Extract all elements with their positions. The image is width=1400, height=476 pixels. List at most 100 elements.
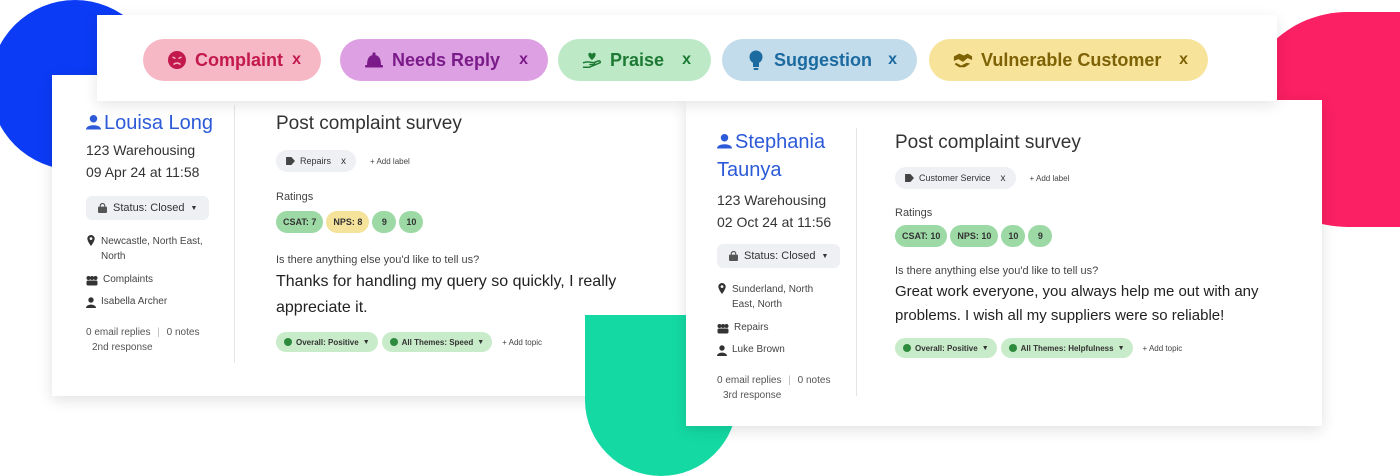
person-icon: [86, 114, 101, 130]
tag-label: Complaint: [195, 49, 283, 70]
topic-text: Overall: Positive: [296, 337, 359, 347]
topic-chip-themes[interactable]: All Themes: Speed ▼: [381, 332, 493, 352]
customer-name-link[interactable]: Louisa Long: [86, 109, 236, 137]
sentiment-dot-icon: [1008, 344, 1017, 352]
label-chip-repairs[interactable]: Repairs x: [276, 150, 357, 172]
chevron-down-icon: ▼: [477, 338, 485, 346]
reply-stats: 0 email replies | 0 notes: [717, 375, 867, 386]
agent-name: Isabella Archer: [101, 296, 168, 307]
topic-row: Overall: Positive ▼ All Themes: Helpfulne…: [895, 338, 1182, 358]
customer-meta: Louisa Long 123 Warehousing 09 Apr 24 at…: [86, 109, 236, 353]
column-divider: [856, 128, 857, 396]
category-text: Repairs: [734, 322, 769, 333]
rating-pill-csat: CSAT: 10: [895, 225, 948, 247]
status-label: Status: Closed: [113, 202, 185, 214]
survey-title: Post complaint survey: [895, 132, 1081, 153]
chevron-down-icon: ▼: [981, 344, 989, 352]
rating-pill-score: 9: [372, 211, 397, 233]
ratings-row: CSAT: 10 NPS: 10 10 9: [895, 225, 1055, 247]
customer-name-continued[interactable]: Taunya: [717, 156, 867, 184]
label-text: Customer Service: [919, 173, 991, 183]
handshake-icon: [953, 50, 973, 70]
add-label-link[interactable]: + Add label: [1030, 174, 1070, 183]
location-text: Sunderland, North East, North: [732, 284, 814, 310]
agent-row: Isabella Archer: [86, 296, 236, 308]
notes-count: 0 notes: [797, 375, 831, 386]
tag-label: Suggestion: [774, 49, 872, 70]
remove-label-button[interactable]: x: [1001, 173, 1006, 184]
add-label-link[interactable]: + Add label: [370, 157, 410, 166]
lock-icon: [729, 251, 738, 261]
topic-text: All Themes: Speed: [401, 337, 474, 347]
remove-label-button[interactable]: x: [341, 156, 346, 167]
answer-line: problems. I wish all my suppliers were s…: [895, 307, 1225, 324]
tag-filter-bar: Complaint x Needs Reply x Praise x Sugge…: [97, 15, 1277, 101]
tag-icon: [286, 157, 295, 165]
customer-name: Louisa Long: [104, 112, 213, 134]
category-text: Complaints: [103, 274, 154, 285]
survey-title: Post complaint survey: [276, 113, 462, 134]
agent-name: Luke Brown: [732, 344, 785, 355]
rating-pill-nps: NPS: 8: [326, 211, 370, 233]
tag-suggestion[interactable]: Suggestion x: [722, 39, 917, 81]
label-chip-customer-service[interactable]: Customer Service x: [895, 167, 1016, 189]
person-icon: [717, 345, 727, 356]
status-dropdown[interactable]: Status: Closed ▼: [717, 244, 841, 268]
bell-icon: [364, 50, 384, 70]
email-replies-count: 0 email replies: [717, 375, 782, 386]
email-replies-count: 0 email replies: [86, 327, 151, 338]
tag-complaint[interactable]: Complaint x: [143, 39, 321, 81]
angry-face-icon: [167, 50, 187, 70]
lightbulb-icon: [746, 50, 766, 70]
rating-pill-csat: CSAT: 7: [276, 211, 324, 233]
add-topic-link[interactable]: + Add topic: [502, 338, 542, 347]
hand-heart-icon: [582, 50, 602, 70]
location-text: Newcastle, North East, North: [101, 236, 203, 262]
response-number: 2nd response: [92, 342, 153, 353]
remove-tag-button[interactable]: x: [682, 51, 691, 69]
label-row: Repairs x + Add label: [276, 150, 410, 172]
location-row: Newcastle, North East, North: [86, 234, 216, 264]
tag-needs-reply[interactable]: Needs Reply x: [340, 39, 548, 81]
sentiment-dot-icon: [903, 344, 911, 352]
sentiment-dot-icon: [284, 338, 292, 346]
remove-tag-button[interactable]: x: [1179, 51, 1188, 69]
company-name: 123 Warehousing: [86, 142, 196, 158]
rating-pill-score: 10: [1001, 225, 1026, 247]
person-icon: [86, 297, 96, 308]
tag-praise[interactable]: Praise x: [558, 39, 711, 81]
topic-text: Overall: Positive: [915, 343, 978, 353]
rating-pill-score: 10: [399, 211, 424, 233]
agent-row: Luke Brown: [717, 344, 867, 356]
notes-count: 0 notes: [166, 327, 200, 338]
stats-divider: |: [157, 327, 160, 338]
survey-question: Is there anything else you'd like to tel…: [276, 254, 480, 266]
answer-line: Thanks for handling my query so quickly,…: [276, 273, 617, 290]
remove-tag-button[interactable]: x: [888, 51, 897, 69]
category-row: Repairs: [717, 322, 867, 334]
remove-tag-button[interactable]: x: [519, 51, 528, 69]
tag-label: Needs Reply: [392, 49, 501, 70]
answer-line: Great work everyone, you always help me …: [895, 283, 1259, 300]
add-topic-link[interactable]: + Add topic: [1143, 344, 1183, 353]
remove-tag-button[interactable]: x: [292, 51, 301, 69]
topic-chip-overall[interactable]: Overall: Positive ▼: [276, 332, 378, 352]
chevron-down-icon: ▼: [362, 338, 370, 346]
chevron-down-icon: ▼: [821, 252, 829, 260]
tag-vulnerable-customer[interactable]: Vulnerable Customer x: [929, 39, 1208, 81]
chevron-down-icon: ▼: [190, 204, 198, 212]
tag-label: Praise: [610, 49, 665, 70]
tag-label: Vulnerable Customer: [981, 49, 1162, 70]
survey-question: Is there anything else you'd like to tel…: [895, 265, 1099, 277]
rating-pill-nps: NPS: 10: [950, 225, 999, 247]
response-card-stephania: Stephania Taunya 123 Warehousing 02 Oct …: [686, 100, 1322, 426]
sentiment-dot-icon: [389, 338, 398, 346]
lock-icon: [98, 203, 107, 213]
status-dropdown[interactable]: Status: Closed ▼: [86, 196, 210, 220]
label-text: Repairs: [300, 156, 332, 166]
topic-chip-themes[interactable]: All Themes: Helpfulness ▼: [1000, 338, 1133, 358]
category-row: Complaints: [86, 274, 236, 286]
topic-chip-overall[interactable]: Overall: Positive ▼: [895, 338, 997, 358]
chevron-down-icon: ▼: [1117, 344, 1125, 352]
customer-name-link[interactable]: Stephania: [717, 128, 867, 156]
